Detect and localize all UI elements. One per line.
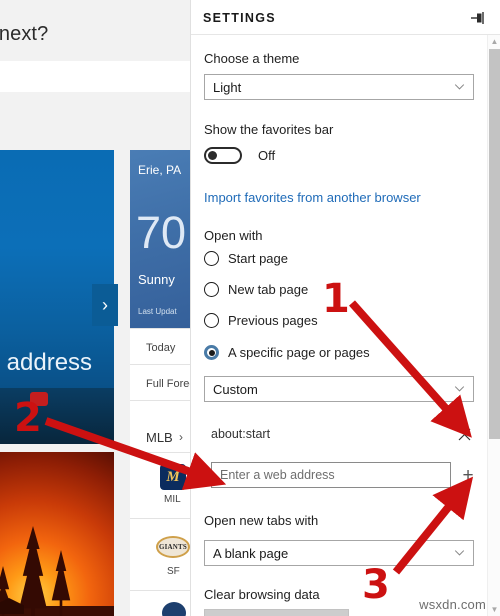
sports-divider xyxy=(130,452,192,453)
theme-select-value: Light xyxy=(213,79,242,95)
toggle-switch-off-icon[interactable] xyxy=(204,147,242,164)
background-white-strip xyxy=(0,61,192,92)
radio-start-page[interactable]: Start page xyxy=(204,251,288,266)
start-url-value: about:start xyxy=(211,427,271,441)
hero-caption: r address xyxy=(0,349,93,376)
background-headline: o next? xyxy=(0,23,49,45)
chevron-right-icon[interactable]: › xyxy=(92,284,118,326)
radio-icon-selected xyxy=(204,345,219,360)
new-tabs-value: A blank page xyxy=(213,545,289,561)
weather-city: Erie, PA xyxy=(138,163,182,177)
scroll-down-icon[interactable]: ▼ xyxy=(488,603,500,616)
photo-tree xyxy=(19,526,47,616)
favorites-bar-label: Show the favorites bar xyxy=(204,122,334,137)
clear-browsing-data-label: Clear browsing data xyxy=(204,587,320,602)
choose-what-to-clear-button[interactable] xyxy=(204,609,349,616)
screenshot-root: o next? › r address Erie, PA 70 Sunny La… xyxy=(0,0,500,616)
favorites-bar-toggle-row: Off xyxy=(204,147,275,164)
annotation-number-2: 2 xyxy=(14,395,42,441)
chevron-down-icon xyxy=(454,84,465,90)
team-logo-icon: GIANTS xyxy=(156,536,190,558)
sports-divider xyxy=(130,518,192,519)
radio-specific-pages[interactable]: A specific page or pages xyxy=(204,345,370,360)
sports-divider xyxy=(130,590,192,591)
watermark: wsxdn.com xyxy=(419,597,486,612)
settings-content: Choose a theme Light Show the favorites … xyxy=(191,35,500,616)
team-logo-icon: M xyxy=(160,464,186,490)
radio-icon xyxy=(204,251,219,266)
toggle-knob xyxy=(208,151,217,160)
page-title: SETTINGS xyxy=(203,11,276,25)
weather-divider xyxy=(130,364,192,365)
new-tabs-label: Open new tabs with xyxy=(204,513,319,528)
pin-icon[interactable] xyxy=(469,9,488,27)
settings-scroll-region: Choose a theme Light Show the favorites … xyxy=(191,35,500,616)
plus-icon[interactable]: + xyxy=(459,466,477,485)
annotation-number-3: 3 xyxy=(362,562,390,608)
chevron-down-icon xyxy=(454,386,465,392)
team-abbr: SF xyxy=(167,566,180,577)
weather-row-today[interactable]: Today xyxy=(146,342,175,354)
settings-header: SETTINGS xyxy=(191,0,500,35)
scrollbar-thumb[interactable] xyxy=(489,49,500,439)
weather-divider xyxy=(130,400,192,401)
weather-divider xyxy=(130,328,192,329)
weather-condition: Sunny xyxy=(138,272,175,287)
radio-label: Start page xyxy=(228,251,288,266)
radio-icon xyxy=(204,282,219,297)
new-url-input[interactable] xyxy=(211,462,451,488)
weather-temperature: 70 xyxy=(136,207,187,258)
radio-label: Previous pages xyxy=(228,313,318,328)
radio-icon xyxy=(204,313,219,328)
weather-last-updated: Last Updat xyxy=(138,307,177,316)
settings-scrollbar[interactable]: ▲ ▼ xyxy=(487,35,500,616)
weather-row-forecast[interactable]: Full Forec xyxy=(146,378,195,390)
open-with-label: Open with xyxy=(204,228,263,243)
custom-pages-value: Custom xyxy=(213,381,258,397)
annotation-number-1: 1 xyxy=(322,276,350,322)
favorites-bar-state: Off xyxy=(258,148,276,163)
new-tabs-select[interactable]: A blank page xyxy=(204,540,474,566)
theme-select[interactable]: Light xyxy=(204,74,474,100)
radio-previous-pages[interactable]: Previous pages xyxy=(204,313,318,328)
close-x-icon[interactable] xyxy=(455,425,473,443)
radio-new-tab-page[interactable]: New tab page xyxy=(204,282,308,297)
team-abbr: MIL xyxy=(164,494,181,505)
sports-league-label: MLB xyxy=(146,430,173,445)
custom-pages-select[interactable]: Custom xyxy=(204,376,474,402)
import-favorites-link[interactable]: Import favorites from another browser xyxy=(204,190,421,205)
chevron-right-icon[interactable]: › xyxy=(179,430,183,444)
new-url-input-field[interactable] xyxy=(220,468,442,482)
radio-label: New tab page xyxy=(228,282,309,297)
radio-label: A specific page or pages xyxy=(228,345,370,360)
sunset-photo-tile[interactable] xyxy=(0,452,114,616)
chevron-down-icon xyxy=(454,550,465,556)
theme-label: Choose a theme xyxy=(204,51,300,66)
scroll-up-icon[interactable]: ▲ xyxy=(488,35,500,48)
background-gray-strip xyxy=(0,92,192,150)
start-url-row: about:start xyxy=(211,425,473,443)
